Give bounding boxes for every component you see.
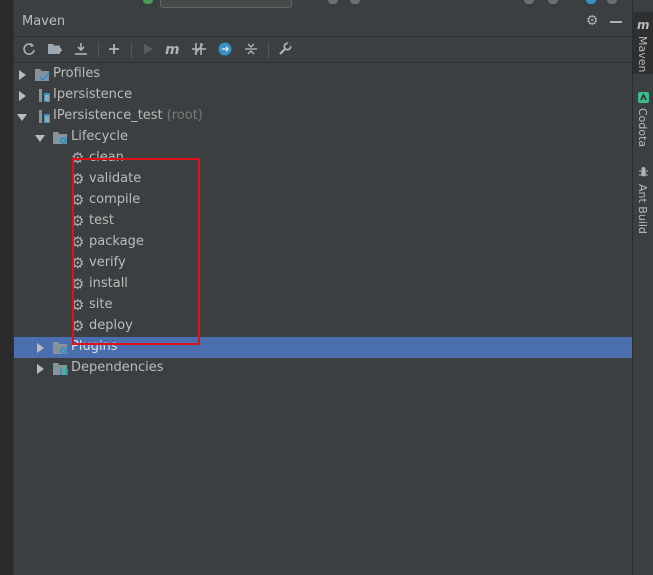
toolbar-icon[interactable] [548, 0, 558, 4]
phase-label: site [89, 297, 113, 312]
tree-item-lifecycle[interactable]: Lifecycle [14, 127, 632, 148]
divider [14, 62, 632, 63]
maven-toolbar: m [14, 37, 632, 61]
run-indicator-icon[interactable] [143, 0, 153, 4]
tree-item-plugins[interactable]: Plugins [14, 337, 632, 358]
right-tool-window-bar: m Maven Codota Ant Build [632, 0, 653, 575]
tab-label: Codota [636, 108, 649, 148]
lifecycle-phase-validate[interactable]: ⚙ validate [14, 169, 632, 190]
tab-maven[interactable]: m Maven [633, 12, 653, 74]
tree-item-label: Plugins [71, 339, 118, 354]
panel-title: Maven [22, 14, 66, 29]
divider [268, 42, 269, 58]
lifecycle-phase-install[interactable]: ⚙ install [14, 274, 632, 295]
collapse-all-icon[interactable] [241, 39, 261, 59]
run-icon[interactable] [138, 39, 158, 59]
run-config-selector[interactable] [160, 0, 292, 8]
lifecycle-phase-clean[interactable]: ⚙ clean [14, 148, 632, 169]
toolbar-icon[interactable] [350, 0, 360, 4]
tab-ant-build[interactable]: Ant Build [633, 162, 653, 238]
maven-m-icon: m [637, 18, 650, 31]
root-suffix: (root) [166, 108, 203, 123]
maven-tool-window: Maven ⚙ m Profiles Ipersistence IPersist… [14, 10, 632, 575]
expand-arrow-icon[interactable] [19, 70, 26, 80]
gear-icon: ⚙ [71, 233, 85, 251]
tree-item-dependencies[interactable]: Dependencies [14, 358, 632, 379]
gear-icon[interactable]: ⚙ [584, 13, 600, 29]
minimize-icon[interactable] [610, 21, 622, 23]
codota-icon [638, 92, 649, 103]
phase-label: verify [89, 255, 126, 270]
tab-label: Ant Build [636, 184, 649, 234]
expand-arrow-icon[interactable] [37, 364, 44, 374]
phase-label: deploy [89, 318, 133, 333]
lifecycle-folder-icon [53, 132, 67, 144]
tree-item-label: Lifecycle [71, 129, 129, 144]
tree-item-label: Ipersistence [53, 87, 133, 102]
toolbar-icon[interactable] [328, 0, 338, 4]
plugins-folder-icon [53, 342, 67, 354]
lifecycle-phase-package[interactable]: ⚙ package [14, 232, 632, 253]
maven-module-icon [39, 110, 50, 123]
gear-icon: ⚙ [71, 191, 85, 209]
phase-label: clean [89, 150, 124, 165]
lifecycle-phase-deploy[interactable]: ⚙ deploy [14, 316, 632, 337]
lifecycle-phase-site[interactable]: ⚙ site [14, 295, 632, 316]
profiles-folder-icon [35, 69, 50, 82]
toolbar-icon[interactable] [586, 0, 596, 4]
execute-maven-goal-icon[interactable]: m [163, 39, 183, 59]
tree-item-ipersistence-test[interactable]: IPersistence_test (root) [14, 106, 632, 127]
svg-text:m: m [165, 42, 180, 56]
download-sources-icon[interactable] [71, 39, 91, 59]
toolbar-icon[interactable] [607, 0, 617, 4]
svg-text:m: m [637, 18, 650, 31]
dependencies-folder-icon [53, 363, 68, 375]
expand-arrow-icon[interactable] [19, 91, 26, 101]
phase-label: validate [89, 171, 142, 186]
gear-icon: ⚙ [71, 296, 85, 314]
phase-label: install [89, 276, 128, 291]
settings-wrench-icon[interactable] [275, 39, 295, 59]
gear-icon: ⚙ [71, 275, 85, 293]
skip-tests-icon[interactable] [215, 39, 235, 59]
toggle-offline-icon[interactable] [189, 39, 209, 59]
lifecycle-phase-verify[interactable]: ⚙ verify [14, 253, 632, 274]
tab-codota[interactable]: Codota [633, 88, 653, 148]
phase-label: package [89, 234, 144, 249]
toolbar-icon[interactable] [524, 0, 534, 4]
tree-item-label: Dependencies [71, 360, 164, 375]
add-maven-project-icon[interactable] [45, 39, 65, 59]
gear-icon: ⚙ [71, 254, 85, 272]
divider [98, 42, 99, 58]
tab-label: Maven [636, 36, 649, 73]
collapse-arrow-icon[interactable] [17, 114, 27, 121]
editor-gutter [0, 0, 13, 575]
tree-item-profiles[interactable]: Profiles [14, 64, 632, 85]
maven-module-icon [39, 89, 50, 102]
gear-icon: ⚙ [71, 317, 85, 335]
lifecycle-phase-compile[interactable]: ⚙ compile [14, 190, 632, 211]
tree-item-label: IPersistence_test (root) [53, 108, 203, 123]
lifecycle-phase-test[interactable]: ⚙ test [14, 211, 632, 232]
ant-icon [639, 167, 648, 177]
reload-icon[interactable] [19, 39, 39, 59]
add-icon[interactable] [104, 39, 124, 59]
project-name: IPersistence_test [53, 108, 163, 123]
tree-item-label: Profiles [53, 66, 101, 81]
gear-icon: ⚙ [71, 170, 85, 188]
gear-icon: ⚙ [71, 149, 85, 167]
collapse-arrow-icon[interactable] [35, 135, 45, 142]
expand-arrow-icon[interactable] [37, 343, 44, 353]
tree-item-ipersistence[interactable]: Ipersistence [14, 85, 632, 106]
phase-label: test [89, 213, 114, 228]
top-toolbar-partial [0, 0, 653, 10]
gear-icon: ⚙ [71, 212, 85, 230]
divider [131, 42, 132, 58]
phase-label: compile [89, 192, 141, 207]
